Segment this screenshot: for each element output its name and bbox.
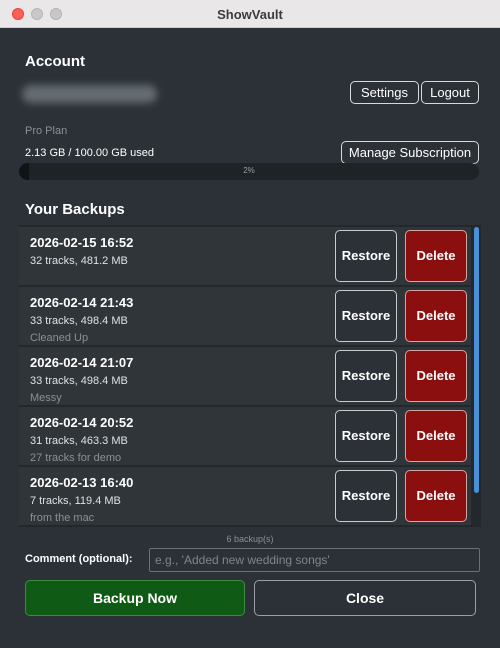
account-email-redacted <box>22 85 157 103</box>
comment-input[interactable] <box>149 548 480 572</box>
backup-date: 2026-02-14 21:07 <box>30 355 134 370</box>
restore-button[interactable]: Restore <box>335 410 397 462</box>
backup-row: 2026-02-15 16:52 32 tracks, 481.2 MB Res… <box>19 227 471 285</box>
backup-list-scrollbar[interactable] <box>474 227 479 493</box>
account-heading: Account <box>25 53 85 70</box>
backup-date: 2026-02-14 20:52 <box>30 415 134 430</box>
backup-list[interactable]: 2026-02-15 16:52 32 tracks, 481.2 MB Res… <box>19 225 481 527</box>
restore-button[interactable]: Restore <box>335 350 397 402</box>
backup-row: 2026-02-14 21:07 33 tracks, 498.4 MB Mes… <box>19 347 471 405</box>
restore-button[interactable]: Restore <box>335 290 397 342</box>
backup-now-button[interactable]: Backup Now <box>25 580 245 616</box>
backup-date: 2026-02-13 16:40 <box>30 475 134 490</box>
backup-info: 33 tracks, 498.4 MB <box>30 375 128 387</box>
backups-heading: Your Backups <box>25 201 125 218</box>
delete-button[interactable]: Delete <box>405 410 467 462</box>
storage-progress-label: 2% <box>243 166 255 175</box>
backup-comment: Messy <box>30 392 62 404</box>
backup-comment: from the mac <box>30 512 95 524</box>
comment-label: Comment (optional): <box>25 553 133 565</box>
delete-button[interactable]: Delete <box>405 470 467 522</box>
backup-info: 7 tracks, 119.4 MB <box>30 495 121 507</box>
backup-count: 6 backup(s) <box>226 534 274 544</box>
restore-button[interactable]: Restore <box>335 230 397 282</box>
logout-button[interactable]: Logout <box>421 81 479 104</box>
manage-subscription-button[interactable]: Manage Subscription <box>341 141 479 164</box>
backup-row: 2026-02-14 20:52 31 tracks, 463.3 MB 27 … <box>19 407 471 465</box>
storage-progress-bar: 2% <box>19 163 479 180</box>
settings-button[interactable]: Settings <box>350 81 419 104</box>
restore-button[interactable]: Restore <box>335 470 397 522</box>
backup-date: 2026-02-14 21:43 <box>30 295 134 310</box>
backup-row: 2026-02-13 16:40 7 tracks, 119.4 MB from… <box>19 467 471 525</box>
backup-comment: 27 tracks for demo <box>30 452 122 464</box>
backup-date: 2026-02-15 16:52 <box>30 235 134 250</box>
window-title: ShowVault <box>217 7 283 22</box>
delete-button[interactable]: Delete <box>405 290 467 342</box>
main-content: Account Settings Logout Pro Plan 2.13 GB… <box>0 29 500 648</box>
backup-row: 2026-02-14 21:43 33 tracks, 498.4 MB Cle… <box>19 287 471 345</box>
delete-button[interactable]: Delete <box>405 230 467 282</box>
delete-button[interactable]: Delete <box>405 350 467 402</box>
plan-label: Pro Plan <box>25 125 68 137</box>
backup-info: 32 tracks, 481.2 MB <box>30 255 128 267</box>
backup-comment: Cleaned Up <box>30 332 89 344</box>
backup-info: 31 tracks, 463.3 MB <box>30 435 128 447</box>
close-button[interactable]: Close <box>254 580 476 616</box>
storage-usage-text: 2.13 GB / 100.00 GB used <box>25 147 155 159</box>
title-bar: ShowVault <box>0 0 500 28</box>
backup-info: 33 tracks, 498.4 MB <box>30 315 128 327</box>
